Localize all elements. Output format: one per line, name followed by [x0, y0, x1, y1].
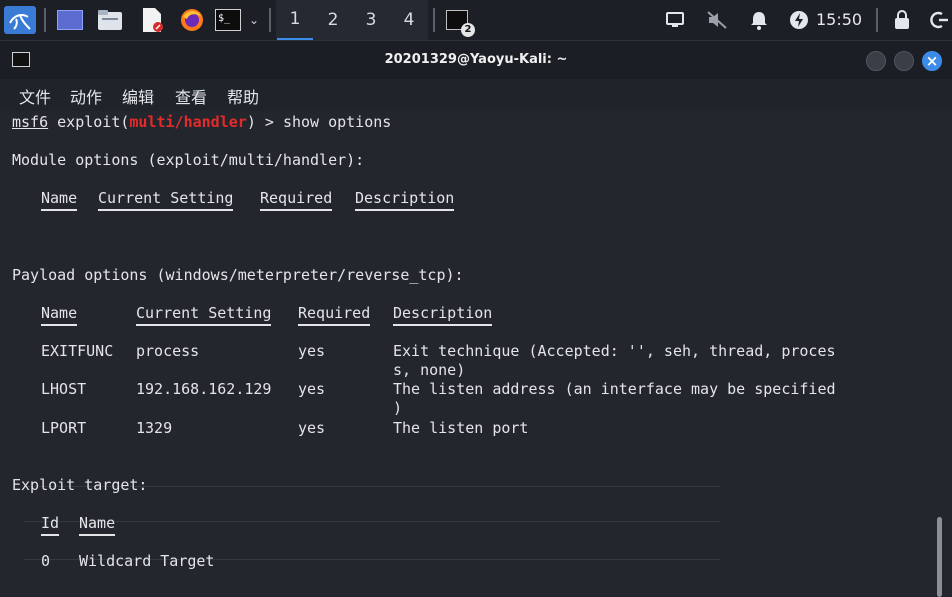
show-desktop-icon[interactable] [56, 6, 84, 34]
row-description-wrap: ) [393, 399, 403, 417]
col-header: Current Setting [136, 304, 272, 326]
workspace-4[interactable]: 4 [391, 0, 427, 40]
panel-separator [433, 8, 435, 32]
firefox-icon[interactable] [178, 6, 206, 34]
workspace-2[interactable]: 2 [315, 0, 351, 40]
col-header: Current Setting [98, 189, 234, 211]
chevron-down-icon[interactable]: ⌄ [244, 6, 264, 34]
payload-col-required: Required [298, 304, 371, 326]
col-header: Name [79, 514, 116, 536]
menu-view[interactable]: 查看 [175, 84, 207, 108]
menu-bar: 文件 动作 编辑 查看 帮助 [0, 79, 952, 111]
col-header: Id [41, 514, 60, 536]
menu-edit[interactable]: 编辑 [122, 84, 154, 108]
prompt-text: ) > [246, 113, 283, 131]
file-manager-icon[interactable] [96, 6, 124, 34]
row-name: LPORT [41, 419, 87, 437]
task-count-badge: 2 [461, 23, 475, 37]
col-header: Description [393, 304, 493, 326]
background-divider [24, 521, 720, 522]
target-name: Wildcard Target [79, 552, 215, 570]
workspace-3[interactable]: 3 [353, 0, 389, 40]
clock[interactable]: 15:50 [816, 0, 862, 40]
row-setting: 1329 [136, 419, 173, 437]
row-setting: 192.168.162.129 [136, 380, 272, 398]
module-col-name: Name [41, 189, 78, 211]
row-required: yes [298, 380, 326, 398]
workspace-1[interactable]: 1 [277, 0, 313, 40]
payload-col-name: Name [41, 304, 78, 326]
minimize-button[interactable] [866, 51, 886, 71]
row-required: yes [298, 419, 326, 437]
row-description: Exit technique (Accepted: '', seh, threa… [393, 342, 836, 360]
prompt-module: multi/handler [129, 113, 247, 131]
command-text: show options [282, 113, 392, 131]
kali-menu-icon[interactable] [4, 6, 36, 34]
scrollbar-thumb[interactable] [937, 517, 942, 597]
row-description: The listen port [393, 419, 529, 437]
row-description-wrap: s, none) [393, 361, 466, 379]
logout-icon[interactable] [928, 6, 950, 34]
col-header: Required [298, 304, 371, 326]
terminal-window: 20201329@Yaoyu-Kali: ~ × 文件 动作 编辑 查看 帮助 … [0, 41, 952, 597]
target-col-id: Id [41, 514, 60, 536]
menu-actions[interactable]: 动作 [70, 84, 102, 108]
terminal-output[interactable]: msf6 exploit(multi/handler) > show optio… [0, 111, 952, 596]
close-button[interactable]: × [922, 51, 942, 71]
payload-options-header: Payload options (windows/meterpreter/rev… [12, 266, 464, 284]
exploit-target-header: Exploit target: [12, 476, 148, 494]
terminal-launcher-icon[interactable]: $_ [214, 6, 242, 34]
payload-col-setting: Current Setting [136, 304, 272, 326]
target-col-name: Name [79, 514, 116, 536]
module-col-setting: Current Setting [98, 189, 234, 211]
display-icon[interactable] [662, 6, 688, 34]
power-manager-icon[interactable] [786, 6, 812, 34]
prompt-line: msf6 exploit(multi/handler) > show optio… [12, 113, 391, 131]
panel-separator [44, 8, 46, 32]
col-header: Name [41, 304, 78, 326]
col-header: Name [41, 189, 78, 211]
panel-separator [269, 8, 271, 32]
prompt-prefix: msf6 [12, 113, 49, 131]
module-col-description: Description [355, 189, 455, 211]
row-setting: process [136, 342, 200, 360]
text-editor-icon[interactable] [138, 6, 166, 34]
window-titlebar[interactable]: 20201329@Yaoyu-Kali: ~ × [0, 41, 952, 79]
notification-bell-icon[interactable] [746, 6, 772, 34]
menu-help[interactable]: 帮助 [227, 84, 259, 108]
terminal-task-icon[interactable]: 2 [442, 6, 475, 37]
row-name: EXITFUNC [41, 342, 114, 360]
maximize-button[interactable] [894, 51, 914, 71]
lock-icon[interactable] [890, 6, 914, 34]
window-title: 20201329@Yaoyu-Kali: ~ [384, 52, 568, 67]
menu-file[interactable]: 文件 [19, 84, 51, 108]
panel-separator [876, 8, 878, 32]
volume-muted-icon[interactable] [704, 6, 730, 34]
prompt-text: exploit( [48, 113, 130, 131]
row-name: LHOST [41, 380, 87, 398]
module-col-required: Required [260, 189, 333, 211]
target-id: 0 [41, 552, 51, 570]
module-options-header: Module options (exploit/multi/handler): [12, 151, 365, 169]
col-header: Required [260, 189, 333, 211]
row-required: yes [298, 342, 326, 360]
top-panel: $_ ⌄ 1 2 3 4 2 15:50 [0, 0, 952, 41]
row-description: The listen address (an interface may be … [393, 380, 836, 398]
col-header: Description [355, 189, 455, 211]
payload-col-description: Description [393, 304, 493, 326]
